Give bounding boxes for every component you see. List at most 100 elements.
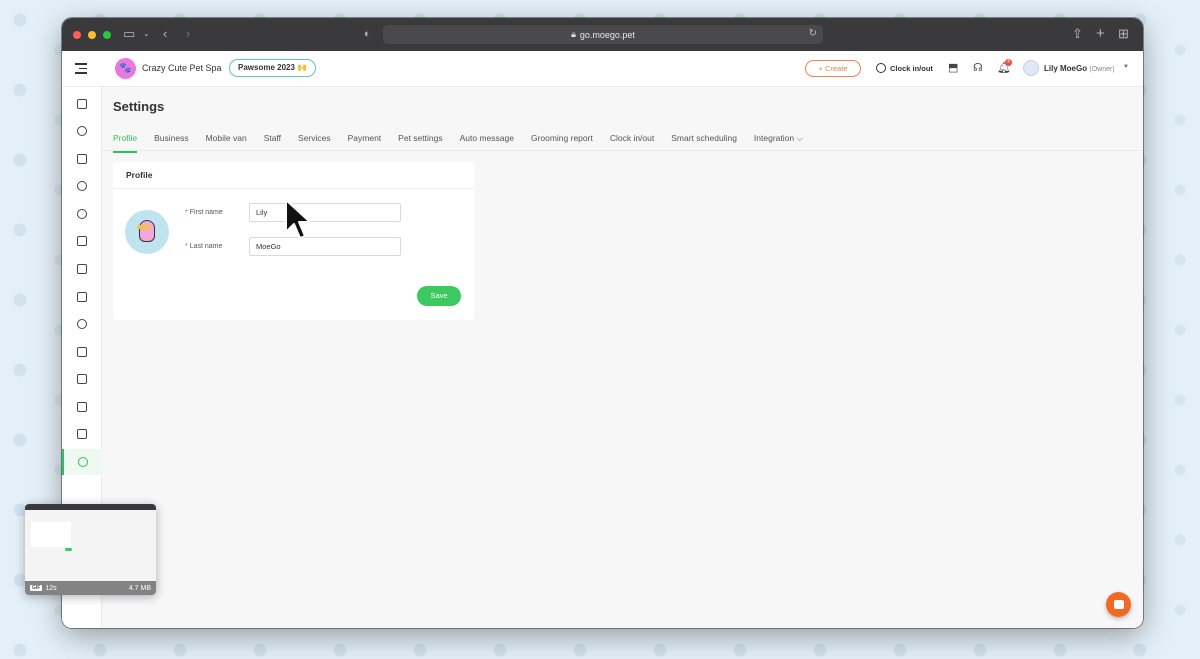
browser-titlebar: ▭ ⌄ ‹ › ◐ 🔒︎ go.moego.pet ↻ ⇪ + ⊞ [62, 18, 1143, 51]
basket-icon [77, 374, 87, 384]
sidebar-toggle-icon[interactable]: ▭ [123, 26, 135, 42]
sidebar-item-schedule[interactable] [62, 228, 102, 254]
tab-profile[interactable]: Profile [113, 133, 138, 153]
dollar-icon [77, 319, 87, 329]
tab-overview-icon[interactable]: ⊞ [1118, 26, 1129, 42]
contact-card-icon [77, 264, 87, 274]
thumbnail-card [31, 522, 71, 547]
new-tab-icon[interactable]: + [1096, 26, 1105, 42]
document-icon [77, 292, 87, 302]
pet-glasses-illustration [137, 225, 151, 229]
tab-staff[interactable]: Staff [264, 133, 281, 153]
clock-icon [876, 63, 886, 73]
shield-icon[interactable]: ◐ [364, 26, 371, 42]
upload-icon[interactable]: ⬒ [948, 61, 958, 75]
tab-pet-settings[interactable]: Pet settings [398, 133, 442, 153]
page-title: Settings [113, 99, 165, 114]
recording-duration: GIF 12s [30, 585, 57, 592]
alarm-icon [77, 209, 87, 219]
back-icon[interactable]: ‹ [163, 26, 167, 42]
tab-business[interactable]: Business [154, 133, 189, 153]
tab-smart-scheduling[interactable]: Smart scheduling [671, 133, 737, 153]
reload-icon[interactable]: ↻ [809, 28, 817, 39]
chat-icon [77, 181, 87, 191]
chevron-down-icon[interactable]: ⌄ [143, 26, 150, 42]
last-name-label: * Last name [185, 243, 222, 250]
clock-in-out-button[interactable]: Clock in/out [876, 63, 933, 73]
caret-down-icon[interactable]: ▼ [1123, 64, 1129, 70]
sidebar-item-settings[interactable] [62, 449, 102, 475]
lock-icon: 🔒︎ [571, 29, 576, 39]
last-name-field[interactable] [249, 237, 401, 256]
thumbnail-save [65, 548, 72, 551]
menu-icon[interactable] [75, 63, 87, 77]
sidebar-item-reports[interactable] [62, 421, 102, 447]
profile-card-title: Profile [113, 162, 474, 189]
headset-icon[interactable]: ☊ [973, 61, 983, 75]
sidebar-item-marketing[interactable] [62, 339, 102, 365]
gif-badge: GIF [30, 585, 43, 591]
duration-text: 12s [45, 584, 57, 592]
avatar[interactable] [1023, 60, 1039, 76]
promo-badge[interactable]: Pawsome 2023 🙌 [229, 59, 317, 77]
pet-icon [77, 126, 87, 136]
file-size: 4.7 MB [128, 584, 151, 592]
thumbnail-preview [25, 510, 156, 582]
create-button[interactable]: + Create [805, 60, 861, 77]
gear-icon [78, 457, 88, 467]
business-avatar[interactable]: 🐾 [115, 58, 136, 79]
tab-services[interactable]: Services [298, 133, 331, 153]
url-text: go.moego.pet [579, 29, 635, 40]
sidebar-item-payments[interactable] [62, 311, 102, 337]
first-name-field[interactable] [249, 203, 401, 222]
tab-grooming-report[interactable]: Grooming report [531, 133, 593, 153]
settings-tabs: Profile Business Mobile van Staff Servic… [113, 133, 820, 153]
profile-card: Profile * First name * Last name Save [113, 162, 474, 320]
required-mark: * [185, 209, 188, 216]
sidebar-item-reminders[interactable] [62, 201, 102, 227]
required-mark: * [185, 243, 188, 250]
chat-bubble-icon [1113, 600, 1124, 609]
tab-auto-message[interactable]: Auto message [460, 133, 514, 153]
window-controls [73, 30, 111, 39]
first-name-label: * First name [185, 209, 223, 216]
app-header: 🐾 Crazy Cute Pet Spa Pawsome 2023 🙌 + Cr… [62, 51, 1143, 87]
inbox-icon [77, 402, 87, 412]
sidebar-item-documents[interactable] [62, 284, 102, 310]
calendar-icon [77, 99, 87, 109]
sidebar-item-pets[interactable] [62, 118, 102, 144]
sidebar-item-retail[interactable] [62, 366, 102, 392]
tab-mobile-van[interactable]: Mobile van [206, 133, 247, 153]
business-name[interactable]: Crazy Cute Pet Spa [142, 63, 222, 73]
mouse-cursor [285, 199, 311, 239]
megaphone-icon [77, 347, 87, 357]
main-content: Settings Profile Business Mobile van Sta… [102, 87, 1143, 628]
user-name: Lily MoeGo [1044, 64, 1088, 73]
sidebar-item-inbox[interactable] [62, 394, 102, 420]
address-bar[interactable]: 🔒︎ go.moego.pet ↻ [383, 25, 823, 44]
sidebar-item-calendar[interactable] [62, 91, 102, 117]
sidebar-item-clipboard[interactable] [62, 146, 102, 172]
support-chat-button[interactable] [1106, 592, 1131, 617]
profile-avatar[interactable] [125, 210, 169, 254]
sidebar-item-clients[interactable] [62, 256, 102, 282]
schedule-icon [77, 236, 87, 246]
clock-label: Clock in/out [890, 63, 933, 73]
notification-badge: 4 [1005, 59, 1012, 66]
tab-integration[interactable]: Integration ⌵ [754, 133, 803, 153]
thumbnail-footer: GIF 12s 4.7 MB [25, 581, 156, 595]
user-role: (Owner) [1089, 66, 1115, 73]
share-icon[interactable]: ⇪ [1072, 26, 1083, 42]
save-button[interactable]: Save [417, 286, 461, 306]
first-name-label-text: First name [189, 209, 223, 216]
forward-icon[interactable]: › [186, 26, 190, 42]
pet-illustration [139, 220, 155, 242]
maximize-window-button[interactable] [103, 30, 111, 39]
tab-payment[interactable]: Payment [348, 133, 382, 153]
minimize-window-button[interactable] [88, 30, 96, 39]
close-window-button[interactable] [73, 30, 81, 39]
tab-clock-in-out[interactable]: Clock in/out [610, 133, 654, 153]
sidebar-item-messages[interactable] [62, 173, 102, 199]
recording-thumbnail[interactable]: GIF 12s 4.7 MB [25, 504, 156, 595]
user-menu[interactable]: Lily MoeGo (Owner) [1044, 64, 1115, 73]
